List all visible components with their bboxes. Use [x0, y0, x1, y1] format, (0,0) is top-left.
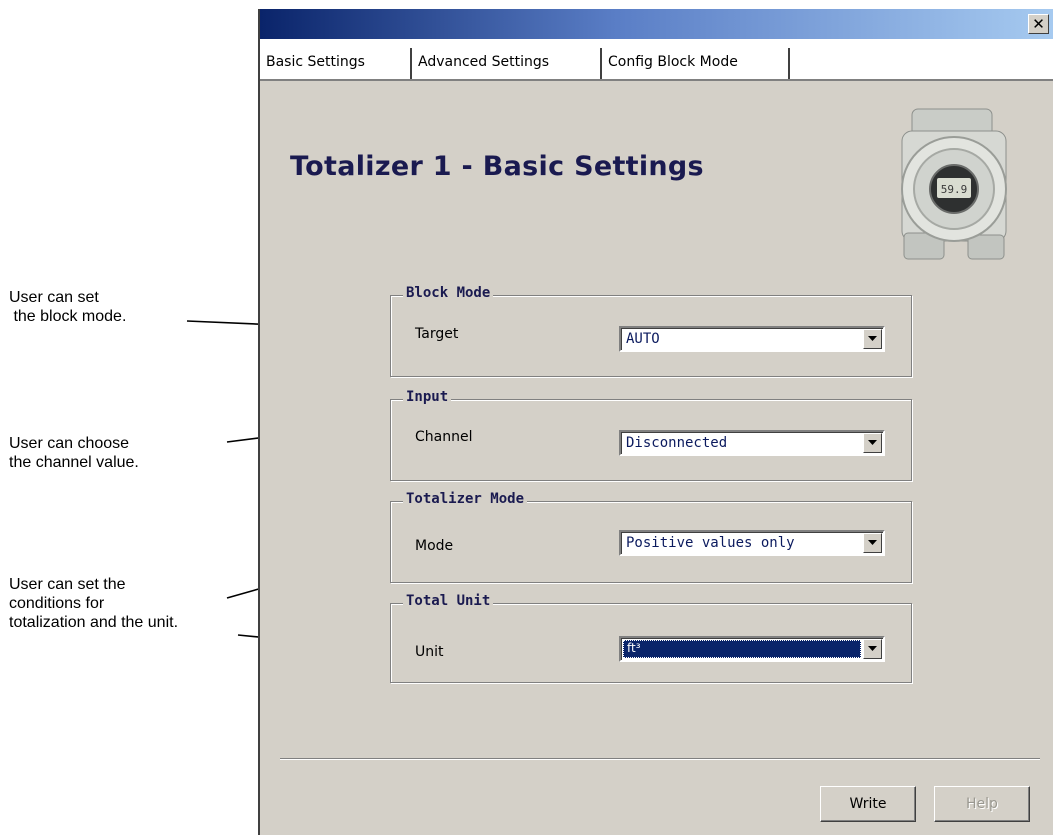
chevron-down-icon	[868, 540, 877, 545]
group-total-unit: Total Unit Unit ft³	[390, 593, 912, 683]
tab-label: Advanced Settings	[418, 54, 550, 70]
chevron-down-icon	[868, 440, 877, 445]
annotation-block-mode: User can set the block mode.	[9, 289, 127, 325]
write-button[interactable]: Write	[820, 786, 916, 822]
chevron-down-icon	[868, 336, 877, 341]
tab-label: Config Block Mode	[608, 54, 738, 70]
dropdown-button[interactable]	[863, 533, 882, 553]
device-display-readout: 59.9	[941, 183, 968, 196]
dropdown-button[interactable]	[863, 639, 882, 659]
group-title: Input	[403, 389, 452, 405]
dropdown-value: Positive values only	[626, 535, 795, 551]
tab-label: Basic Settings	[266, 54, 365, 70]
page-title: Totalizer 1 - Basic Settings	[290, 151, 704, 182]
basic-settings-panel: Totalizer 1 - Basic Settings 59.9 Block …	[260, 81, 1053, 835]
channel-label: Channel	[415, 429, 473, 445]
help-button-label: Help	[966, 796, 998, 812]
target-dropdown[interactable]: AUTO	[619, 326, 885, 352]
button-divider	[280, 758, 1040, 760]
selection-highlight	[623, 640, 861, 658]
group-block-mode: Block Mode Target AUTO	[390, 285, 912, 377]
chevron-down-icon	[868, 646, 877, 651]
mode-label: Mode	[415, 538, 454, 554]
channel-dropdown[interactable]: Disconnected	[619, 430, 885, 456]
help-button[interactable]: Help	[934, 786, 1030, 822]
tab-basic-settings[interactable]: Basic Settings	[260, 48, 412, 79]
tab-config-block-mode[interactable]: Config Block Mode	[602, 48, 790, 79]
target-label: Target	[415, 326, 459, 342]
mode-dropdown[interactable]: Positive values only	[619, 530, 885, 556]
write-button-label: Write	[849, 796, 887, 812]
settings-window: ✕ Basic Settings Advanced Settings Confi…	[258, 9, 1053, 835]
group-title: Total Unit	[403, 593, 494, 609]
dropdown-value: ft³	[627, 641, 641, 655]
transmitter-device-icon: 59.9	[901, 108, 1007, 260]
dropdown-value: AUTO	[626, 331, 660, 347]
group-totalizer-mode: Totalizer Mode Mode Positive values only	[390, 491, 912, 583]
dropdown-value: Disconnected	[626, 435, 728, 451]
group-title: Block Mode	[403, 285, 494, 301]
dropdown-button[interactable]	[863, 329, 882, 349]
unit-dropdown[interactable]: ft³	[619, 636, 885, 662]
dropdown-button[interactable]	[863, 433, 882, 453]
close-button[interactable]: ✕	[1028, 14, 1049, 34]
unit-label: Unit	[415, 644, 444, 660]
close-icon: ✕	[1032, 14, 1045, 33]
title-bar[interactable]: ✕	[260, 9, 1053, 39]
tab-advanced-settings[interactable]: Advanced Settings	[412, 48, 602, 79]
annotation-channel: User can choose the channel value.	[9, 435, 139, 471]
tab-strip: Basic Settings Advanced Settings Config …	[260, 39, 1053, 79]
group-input: Input Channel Disconnected	[390, 389, 912, 481]
group-title: Totalizer Mode	[403, 491, 528, 507]
annotation-totalization: User can set the conditions for totaliza…	[9, 576, 179, 631]
